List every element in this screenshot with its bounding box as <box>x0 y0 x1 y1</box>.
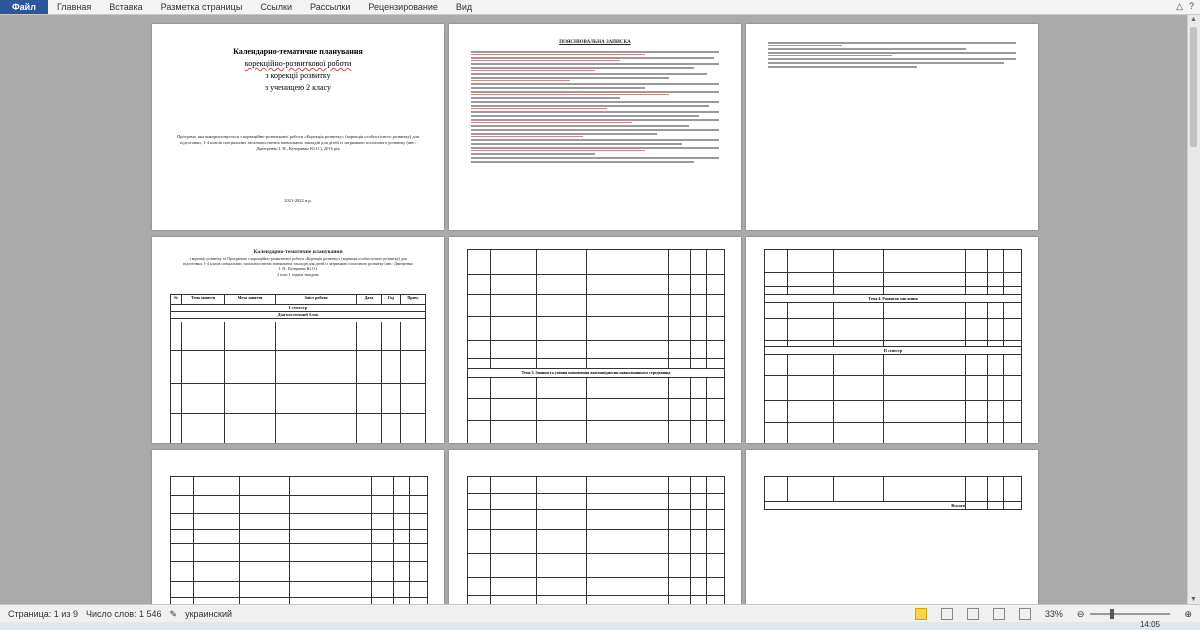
tab-home[interactable]: Главная <box>48 0 100 14</box>
page-8[interactable] <box>449 450 741 604</box>
col-content: Зміст роботи <box>276 295 357 304</box>
zoom-slider[interactable] <box>1090 609 1171 619</box>
web-layout-icon[interactable] <box>966 608 979 620</box>
zoom-in-icon[interactable]: ⊕ <box>1184 609 1192 620</box>
section-row: Діагностичний блок <box>171 312 425 319</box>
taskbar: 14:05 <box>0 620 1200 630</box>
page-4-subtitle: з корекції розвитку за Програмою з корек… <box>183 256 413 271</box>
language-indicator[interactable]: украинский <box>185 609 232 619</box>
tab-file[interactable]: Файл <box>0 0 48 14</box>
tab-review[interactable]: Рецензирование <box>359 0 447 14</box>
plan-table-continued: Тема 3. Знання та уміння визначення взає… <box>467 249 725 443</box>
taskbar-clock: 14:05 <box>1139 620 1160 629</box>
tab-insert[interactable]: Вставка <box>100 0 151 14</box>
page-1-title: Календарно-тематичне планування корекцій… <box>152 46 444 94</box>
scroll-down-icon[interactable]: ▼ <box>1190 596 1197 603</box>
page-4-subtitle2: 2 клас 1 година тиждень <box>277 272 319 277</box>
page-5[interactable]: Тема 3. Знання та уміння визначення взає… <box>449 237 741 443</box>
page-4[interactable]: Календарно-тематичне планування з корекц… <box>152 237 444 443</box>
page-3-body <box>746 24 1038 86</box>
draft-icon[interactable] <box>1018 608 1031 620</box>
plan-table-continued-2: Тема 4. Розвиток мислення II семестр <box>764 249 1022 443</box>
zoom-controls: 33% ⊖ ⊕ <box>907 608 1192 620</box>
title-line-4: з ученицею 2 класу <box>265 83 331 92</box>
plan-table-final: Всього <box>764 476 1022 510</box>
col-notes: Прим. <box>407 295 419 300</box>
tab-references[interactable]: Ссылки <box>251 0 301 14</box>
page-1[interactable]: Календарно-тематичне планування корекцій… <box>152 24 444 230</box>
program-description: Програма, яка використовується з корекці… <box>177 134 419 151</box>
col-number: № <box>171 295 182 304</box>
col-goal: Мета заняття <box>225 295 276 304</box>
col-hours: Год <box>382 295 401 304</box>
page-counter[interactable]: Страница: 1 из 9 <box>8 609 78 619</box>
title-line-1: Календарно-тематичне планування <box>233 47 363 56</box>
proofing-icon[interactable]: ✎ <box>170 609 178 620</box>
page-9[interactable]: Всього <box>746 450 1038 604</box>
page-7[interactable] <box>152 450 444 604</box>
section-3-row: Тема 3. Знання та уміння визначення взає… <box>468 368 724 378</box>
help-icon[interactable]: ? <box>1189 1 1194 12</box>
col-date: Дата <box>357 295 382 304</box>
explanatory-note-body <box>449 46 741 168</box>
plan-table-continued-4 <box>467 476 725 604</box>
section-4-row: Тема 4. Розвиток мислення <box>765 294 1021 303</box>
vertical-scrollbar[interactable]: ▲ ▼ <box>1187 15 1200 604</box>
ribbon-tab-bar: Файл Главная Вставка Разметка страницы С… <box>0 0 1200 15</box>
word-count[interactable]: Число слов: 1 546 <box>86 609 162 619</box>
tab-page-layout[interactable]: Разметка страницы <box>152 0 252 14</box>
plan-table: № Тема заняття Мета заняття Зміст роботи… <box>170 294 426 443</box>
semester-row: I семестр <box>171 305 425 312</box>
zoom-level[interactable]: 33% <box>1045 609 1063 619</box>
total-label: Всього <box>951 503 965 508</box>
page-3[interactable] <box>746 24 1038 230</box>
col-topic: Тема заняття <box>182 295 225 304</box>
document-workspace[interactable]: Календарно-тематичне планування корекцій… <box>0 15 1188 604</box>
outline-icon[interactable] <box>992 608 1005 620</box>
tab-mailings[interactable]: Рассылки <box>301 0 359 14</box>
plan-table-continued-3 <box>170 476 428 604</box>
page-2[interactable]: ПОЯСНЮВАЛЬНА ЗАПИСКА <box>449 24 741 230</box>
zoom-slider-knob[interactable] <box>1110 609 1115 619</box>
scroll-up-icon[interactable]: ▲ <box>1190 16 1197 23</box>
page-6[interactable]: Тема 4. Розвиток мислення II семестр <box>746 237 1038 443</box>
table-header: № Тема заняття Мета заняття Зміст роботи… <box>171 295 425 305</box>
semester-2-row: II семестр <box>765 346 1021 355</box>
zoom-out-icon[interactable]: ⊖ <box>1077 609 1085 620</box>
print-layout-icon[interactable] <box>914 608 927 620</box>
title-line-3: з корекції розвитку <box>265 71 331 80</box>
academic-year: 2021-2022 н.р. <box>284 198 312 203</box>
status-bar: Страница: 1 из 9 Число слов: 1 546 ✎ укр… <box>0 604 1200 623</box>
tab-view[interactable]: Вид <box>447 0 481 14</box>
scrollbar-thumb[interactable] <box>1190 27 1197 147</box>
full-screen-reading-icon[interactable] <box>940 608 953 620</box>
title-line-2: корекційно-розвиткової роботи <box>244 59 352 68</box>
minimize-ribbon-icon[interactable]: △ <box>1176 1 1183 12</box>
